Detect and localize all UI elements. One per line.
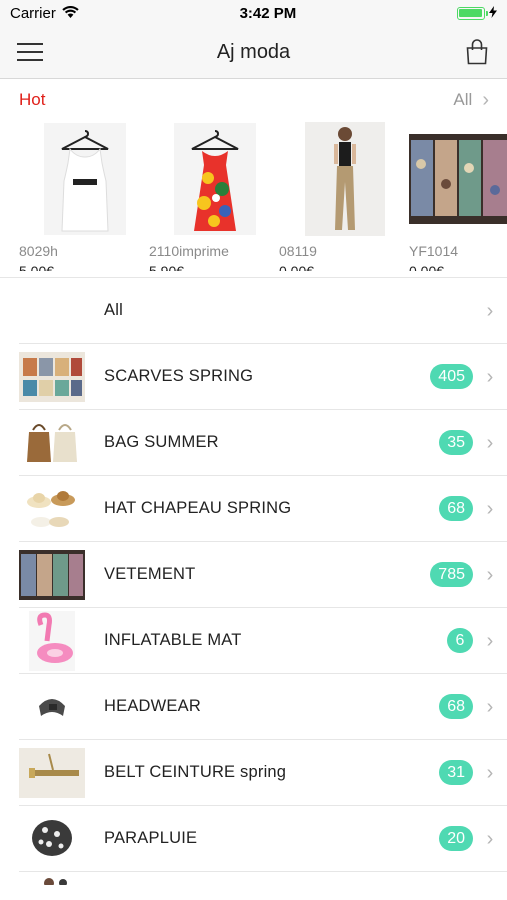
category-label: All: [104, 301, 123, 319]
category-row-all[interactable]: All ›: [19, 278, 507, 344]
category-row[interactable]: HEADWEAR 68 ›: [19, 674, 507, 740]
chevron-right-icon: ›: [486, 563, 494, 586]
category-label: HEADWEAR: [104, 697, 201, 715]
count-badge: 68: [439, 496, 473, 521]
hot-product-card[interactable]: YF1014 0.00€: [409, 121, 507, 271]
product-code: 08119: [279, 243, 317, 259]
category-row[interactable]: SCARVES SPRING 405 ›: [19, 344, 507, 410]
hot-products-strip[interactable]: 8029h 5.00€ 2110imprime 5.90€ 08119 0.00…: [0, 121, 507, 271]
count-badge: 6: [447, 628, 473, 653]
category-thumb-bags: [19, 417, 85, 469]
chevron-right-icon: ›: [486, 497, 494, 520]
category-label: SCARVES SPRING: [104, 367, 254, 385]
count-badge: 20: [439, 826, 473, 851]
next-category-row-partial: [19, 872, 507, 888]
hot-all-label: All: [453, 90, 473, 109]
page-title: Aj moda: [216, 40, 291, 63]
category-thumb-clothing-rack: [19, 549, 85, 601]
category-label: PARAPLUIE: [104, 829, 198, 847]
nav-bar: Aj moda: [0, 26, 507, 79]
category-row[interactable]: VETEMENT 785 ›: [19, 542, 507, 608]
carrier-label: Carrier: [10, 4, 56, 22]
category-row[interactable]: BAG SUMMER 35 ›: [19, 410, 507, 476]
category-list: All › SCARVES SPRING 405 › BAG SUMMER 35…: [0, 278, 507, 888]
chevron-right-icon: ›: [486, 299, 494, 322]
product-image-floral-dress: [165, 121, 265, 236]
count-badge: 785: [430, 562, 473, 587]
category-thumb-headband: [19, 681, 85, 733]
category-label: VETEMENT: [104, 565, 196, 583]
count-badge: 35: [439, 430, 473, 455]
status-left: Carrier: [10, 5, 79, 22]
battery-icon: [456, 6, 488, 20]
hot-product-card[interactable]: 8029h 5.00€: [19, 121, 149, 271]
chevron-right-icon: ›: [486, 629, 494, 652]
product-image-woman-in-trousers: [295, 121, 395, 236]
chevron-right-icon: ›: [486, 827, 494, 850]
product-price: 5.00€: [19, 263, 55, 271]
chevron-right-icon: ›: [482, 89, 489, 111]
hot-product-card[interactable]: 2110imprime 5.90€: [149, 121, 279, 271]
chevron-right-icon: ›: [486, 761, 494, 784]
hot-title: Hot: [19, 90, 46, 109]
product-price: 0.00€: [409, 263, 445, 271]
wifi-icon: [62, 5, 79, 22]
count-badge: 68: [439, 694, 473, 719]
category-thumb-hats: [19, 483, 85, 535]
category-thumb-flamingo-float: [19, 610, 85, 671]
hot-all-link[interactable]: All ›: [453, 90, 489, 110]
category-thumb-belt: [19, 747, 85, 799]
chevron-right-icon: ›: [486, 695, 494, 718]
battery-fill: [459, 9, 483, 17]
category-label: INFLATABLE MAT: [104, 631, 242, 649]
hot-product-card[interactable]: 08119 0.00€: [279, 121, 409, 271]
product-image-patterned-tops: [409, 121, 507, 236]
charging-bolt-icon: [488, 5, 497, 22]
product-code: 2110imprime: [149, 243, 229, 259]
category-row[interactable]: BELT CEINTURE spring 31 ›: [19, 740, 507, 806]
count-badge: 405: [430, 364, 473, 389]
hot-header: Hot All ›: [0, 79, 507, 121]
count-badge: 31: [439, 760, 473, 785]
product-price: 0.00€: [279, 263, 315, 271]
status-right: [456, 5, 497, 22]
status-bar: Carrier 3:42 PM: [0, 0, 507, 26]
shopping-bag-icon[interactable]: [463, 38, 491, 66]
category-thumb-empty: [19, 285, 85, 337]
product-image-white-tank-top: [35, 121, 135, 236]
status-time: 3:42 PM: [239, 4, 297, 22]
category-label: BELT CEINTURE spring: [104, 763, 287, 781]
category-row[interactable]: HAT CHAPEAU SPRING 68 ›: [19, 476, 507, 542]
category-thumb-scarves: [19, 351, 85, 403]
product-code: YF1014: [409, 243, 459, 259]
category-label: HAT CHAPEAU SPRING: [104, 499, 292, 517]
category-label: BAG SUMMER: [104, 433, 219, 451]
chevron-right-icon: ›: [486, 365, 494, 388]
category-thumb-umbrella: [19, 813, 85, 865]
category-row[interactable]: INFLATABLE MAT 6 ›: [19, 608, 507, 674]
product-code: 8029h: [19, 243, 58, 259]
hamburger-menu-icon[interactable]: [16, 38, 44, 66]
chevron-right-icon: ›: [486, 431, 494, 454]
category-row[interactable]: PARAPLUIE 20 ›: [19, 806, 507, 872]
product-price: 5.90€: [149, 263, 185, 271]
